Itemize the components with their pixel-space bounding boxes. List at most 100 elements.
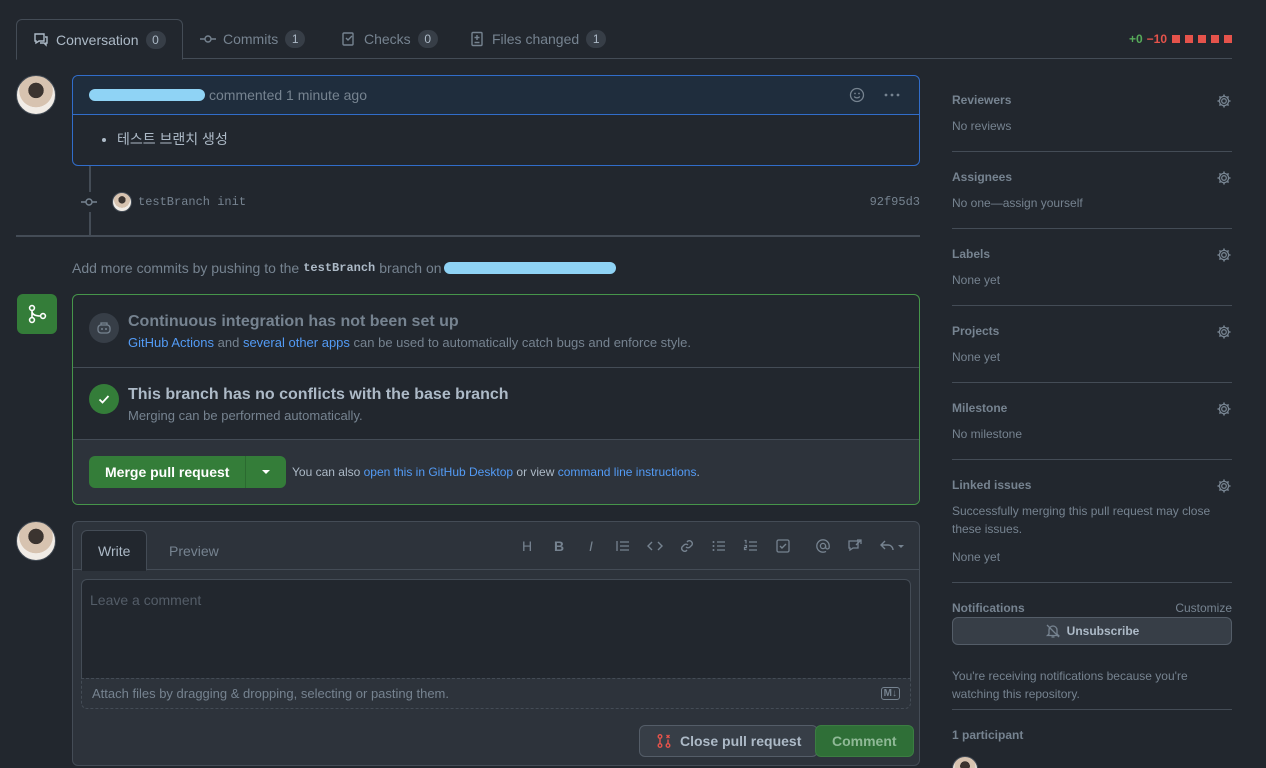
assign-yourself-link[interactable]: No one—assign yourself (952, 194, 1232, 212)
git-pull-request-closed-icon (656, 733, 672, 749)
sidebar-title: 1 participant (952, 728, 1024, 742)
new-comment-form: Write Preview H B I Leave a comment Atta… (72, 521, 920, 766)
close-pull-request-button[interactable]: Close pull request (639, 725, 819, 757)
comment-button[interactable]: Comment (815, 725, 914, 757)
linked-issues-description: Successfully merging this pull request m… (952, 504, 1211, 536)
diffstat-box (1211, 35, 1219, 43)
comment-body: 테스트 브랜치 생성 (73, 115, 919, 149)
avatar[interactable] (16, 75, 56, 115)
timeline-divider (16, 235, 920, 237)
mention-icon[interactable] (815, 538, 831, 554)
commit-sha[interactable]: 92f95d3 (870, 195, 920, 209)
unsubscribe-button[interactable]: Unsubscribe (952, 617, 1232, 645)
merge-method-dropdown[interactable] (246, 456, 287, 488)
tasklist-icon[interactable] (775, 538, 791, 554)
open-desktop-link[interactable]: open this in GitHub Desktop (364, 465, 513, 479)
editor-tabs: Write Preview H B I (73, 522, 919, 571)
tab-files-changed[interactable]: Files changed 1 (469, 19, 607, 59)
italic-icon[interactable]: I (583, 538, 599, 554)
diffstat-box (1224, 35, 1232, 43)
sidebar-labels: Labels None yet (952, 247, 1232, 306)
tab-label: Checks (364, 31, 411, 47)
gear-icon[interactable] (1216, 324, 1232, 340)
markdown-toolbar: H B I (519, 538, 907, 554)
redacted-repo (443, 262, 616, 274)
cross-reference-icon[interactable] (847, 538, 863, 554)
diffstat-added: +0 (1128, 32, 1143, 46)
comment-meta[interactable]: commented 1 minute ago (209, 87, 367, 103)
attach-files-area[interactable]: Attach files by dragging & dropping, sel… (81, 678, 911, 709)
tab-write[interactable]: Write (81, 530, 148, 571)
merge-alternatives: You can also open this in GitHub Desktop… (292, 465, 700, 479)
ci-section: Continuous integration has not been set … (73, 295, 919, 368)
robot-icon (89, 313, 119, 343)
conflict-section: This branch has no conflicts with the ba… (73, 368, 919, 440)
tab-conversation[interactable]: Conversation 0 (16, 19, 183, 60)
push-hint-prefix: Add more commits by pushing to the (72, 260, 300, 276)
diffstat: +0 −10 (1129, 32, 1232, 46)
tab-label: Conversation (56, 31, 139, 48)
diffstat-removed: −10 (1146, 32, 1167, 46)
sidebar-reviewers: Reviewers No reviews (952, 93, 1232, 152)
checklist-icon (341, 31, 357, 47)
customize-link[interactable]: Customize (1175, 601, 1232, 615)
gear-icon[interactable] (1216, 170, 1232, 186)
file-diff-icon (469, 31, 485, 47)
commit-author-avatar[interactable] (112, 192, 132, 212)
commit-message[interactable]: testBranch init (138, 195, 246, 209)
unsubscribe-label: Unsubscribe (1066, 624, 1140, 638)
markdown-icon[interactable]: M↓ (880, 687, 900, 700)
gear-icon[interactable] (1216, 478, 1232, 494)
also-prefix: You can also (292, 465, 361, 479)
sidebar-title: Reviewers (952, 93, 1012, 107)
sidebar-participants: 1 participant (952, 728, 1232, 768)
comment-discussion-icon (33, 32, 49, 48)
kebab-horizontal-icon[interactable] (883, 87, 901, 103)
gear-icon[interactable] (1216, 401, 1232, 417)
merge-action-section: Merge pull request You can also open thi… (73, 440, 919, 504)
comment-textarea[interactable]: Leave a comment (81, 579, 911, 679)
check-icon (89, 384, 119, 414)
merge-pull-request-button[interactable]: Merge pull request (89, 456, 247, 488)
merge-button-group: Merge pull request (89, 456, 287, 488)
unordered-list-icon[interactable] (711, 538, 727, 554)
reply-icon[interactable] (879, 538, 907, 554)
tab-commits[interactable]: Commits 1 (200, 19, 306, 59)
merge-box: Continuous integration has not been set … (72, 294, 920, 505)
quote-icon[interactable] (615, 538, 631, 554)
gear-icon[interactable] (1216, 247, 1232, 263)
diffstat-box (1172, 35, 1180, 43)
link-icon[interactable] (679, 538, 695, 554)
ci-and-text: and (217, 335, 240, 350)
sidebar-value: None yet (952, 273, 1001, 287)
sidebar-title: Projects (952, 324, 1000, 338)
participant-avatar[interactable] (952, 756, 978, 768)
bold-icon[interactable]: B (551, 538, 567, 554)
sidebar-title: Labels (952, 247, 991, 261)
gear-icon[interactable] (1216, 93, 1232, 109)
ordered-list-icon[interactable] (743, 538, 759, 554)
ci-title: Continuous integration has not been set … (128, 313, 459, 330)
sidebar-title: Linked issues (952, 478, 1032, 492)
tab-counter: 1 (285, 30, 306, 48)
command-line-link[interactable]: command line instructions (558, 465, 697, 479)
other-apps-link[interactable]: several other apps (243, 335, 350, 350)
current-user-avatar[interactable] (16, 521, 56, 561)
github-actions-link[interactable]: GitHub Actions (128, 335, 214, 350)
tab-counter: 0 (145, 30, 166, 49)
git-merge-icon (17, 294, 57, 334)
comment-header: commented 1 minute ago (73, 76, 919, 115)
sidebar-value: No milestone (952, 427, 1023, 441)
sidebar-title: Milestone (952, 401, 1008, 415)
sidebar-value: No reviews (952, 119, 1012, 133)
pr-comment: commented 1 minute ago 테스트 브랜치 생성 (72, 75, 920, 166)
tab-label: Commits (223, 31, 279, 47)
tab-checks[interactable]: Checks 0 (341, 19, 438, 59)
attach-text: Attach files by dragging & dropping, sel… (92, 686, 449, 701)
code-icon[interactable] (647, 538, 663, 554)
tab-preview[interactable]: Preview (153, 530, 235, 571)
tab-label: Files changed (492, 31, 580, 47)
smiley-icon[interactable] (849, 87, 865, 103)
sidebar-value: None yet (952, 550, 1001, 564)
heading-icon[interactable]: H (519, 538, 535, 554)
